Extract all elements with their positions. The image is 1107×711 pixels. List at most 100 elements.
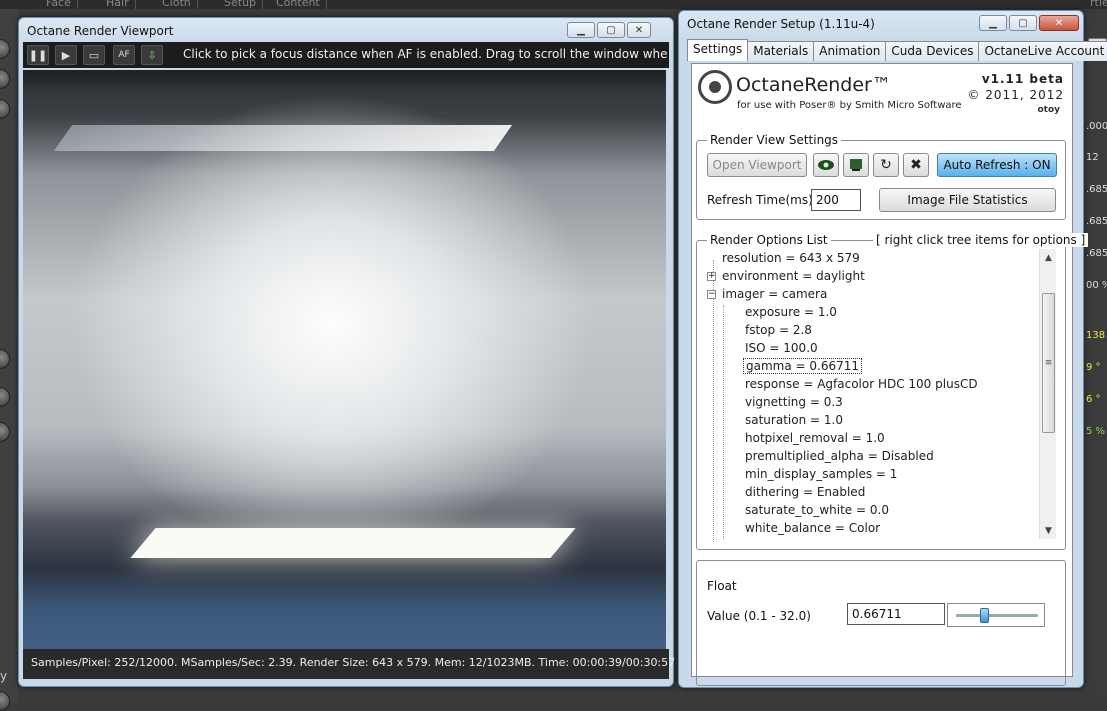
poser-tab-cloth[interactable]: Cloth <box>156 0 198 9</box>
eye-icon[interactable] <box>813 153 839 177</box>
tree-item[interactable]: saturation = 1.0 <box>743 413 845 431</box>
poser-tab-face[interactable]: Face <box>40 0 78 9</box>
poser-tab-properties[interactable]: rties <box>1084 0 1107 9</box>
minimize-button[interactable]: ▁ <box>567 22 595 38</box>
tree-scrollbar[interactable]: ▲ ≡ ▼ <box>1039 249 1056 539</box>
setup-tabs: Settings Materials Animation Cuda Device… <box>687 39 1107 61</box>
poser-value: .685 <box>1086 216 1107 227</box>
poser-right-panel: .000 12 .685 .685 .685 00 % 138 ° 9 ° 6 … <box>1084 9 1107 702</box>
render-options-group: Render Options List [ right click tree i… <box>696 233 1089 550</box>
setup-title: Octane Render Setup (1.11u-4) <box>687 17 875 31</box>
poser-dial[interactable] <box>0 39 10 59</box>
viewport-hint: Click to pick a focus distance when AF i… <box>183 47 668 61</box>
tree-item-label: premultiplied_alpha = Disabled <box>745 449 934 463</box>
poser-tab-hair[interactable]: Hair <box>100 0 136 9</box>
slider-knob[interactable] <box>979 608 989 623</box>
poser-tab-content[interactable]: Content <box>270 0 327 9</box>
poser-value: .000 <box>1086 121 1107 132</box>
tree-item[interactable]: + environment = daylight <box>707 269 867 287</box>
scroll-up-icon[interactable]: ▲ <box>1040 249 1057 266</box>
tab-settings[interactable]: Settings <box>687 39 749 61</box>
tree-item-label: resolution = 643 x 579 <box>722 251 860 265</box>
tree-item[interactable]: premultiplied_alpha = Disabled <box>743 449 936 467</box>
poser-value: 138 ° <box>1086 330 1107 341</box>
tree-item-label: hotpixel_removal = 1.0 <box>745 431 885 445</box>
poser-dial[interactable] <box>0 69 10 89</box>
poser-value: 6 ° <box>1086 394 1101 405</box>
image-file-statistics-button[interactable]: Image File Statistics <box>879 188 1056 212</box>
export-icon[interactable]: ⇩ <box>141 45 163 65</box>
tree-item[interactable]: vignetting = 0.3 <box>743 395 845 413</box>
tree-item[interactable]: min_display_samples = 1 <box>743 467 899 485</box>
product-subtitle: for use with Poser® by Smith Micro Softw… <box>737 100 962 111</box>
screen-icon[interactable]: ▭ <box>83 45 105 65</box>
tree-item[interactable]: − imager = camera <box>707 287 829 305</box>
viewport-window: Octane Render Viewport ▁ ▢ ✕ ❚❚ ▶ ▭ AF ⇩… <box>18 17 675 687</box>
poser-value: .685 <box>1086 248 1107 259</box>
poser-dial[interactable] <box>0 691 10 711</box>
tree-item[interactable]: hotpixel_removal = 1.0 <box>743 431 887 449</box>
tree-item-label: dithering = Enabled <box>745 485 866 499</box>
tab-cuda-devices[interactable]: Cuda Devices <box>885 41 980 61</box>
product-name: OctaneRender™ <box>736 74 891 96</box>
setup-window: Octane Render Setup (1.11u-4) ▁ ▢ ✕ Sett… <box>678 10 1107 688</box>
poser-value: .685 <box>1086 184 1107 195</box>
render-floor-light <box>130 528 576 558</box>
poser-dial[interactable] <box>0 349 10 369</box>
scroll-down-icon[interactable]: ▼ <box>1040 522 1057 539</box>
version-label: v1.11 beta <box>981 72 1064 86</box>
tree-item-label: environment = daylight <box>722 269 865 283</box>
settings-panel: OctaneRender™ for use with Poser® by Smi… <box>691 63 1089 686</box>
play-icon[interactable]: ▶ <box>55 45 77 65</box>
close-button[interactable]: ✕ <box>1039 15 1079 31</box>
tree-item-label: fstop = 2.8 <box>745 323 812 337</box>
refresh-time-label: Refresh Time(ms) <box>707 193 813 207</box>
tree-item-label: vignetting = 0.3 <box>745 395 843 409</box>
collapse-icon[interactable]: − <box>707 290 716 299</box>
close-button[interactable]: ✕ <box>627 22 651 38</box>
render-options-tree[interactable]: resolution = 643 x 579 + environment = day… <box>703 251 1035 543</box>
poser-dial[interactable] <box>0 422 10 442</box>
minimize-button[interactable]: ▁ <box>979 15 1007 31</box>
tree-item[interactable]: response = Agfacolor HDC 100 plusCD <box>743 377 980 395</box>
stop-render-icon[interactable]: ✖ <box>903 153 929 177</box>
tab-materials[interactable]: Materials <box>747 41 815 61</box>
autofocus-icon[interactable]: AF <box>113 45 135 65</box>
display-icon[interactable] <box>843 153 869 177</box>
tree-item[interactable]: fstop = 2.8 <box>743 323 814 341</box>
value-slider[interactable] <box>947 603 1045 627</box>
expand-icon[interactable]: + <box>707 272 716 281</box>
refresh-icon[interactable]: ↻ <box>873 153 899 177</box>
tree-item[interactable]: resolution = 643 x 579 <box>707 251 862 269</box>
tree-item-label: ISO = 100.0 <box>745 341 818 355</box>
tab-octanelive-account[interactable]: OctaneLive Account <box>978 41 1107 61</box>
auto-refresh-button[interactable]: Auto Refresh : ON <box>937 153 1057 177</box>
maximize-button[interactable]: ▢ <box>1009 15 1037 31</box>
render-ceiling-light <box>53 125 513 151</box>
copyright-label: © 2011, 2012 <box>967 88 1064 102</box>
tree-item-label: response = Agfacolor HDC 100 plusCD <box>745 377 978 391</box>
pause-icon[interactable]: ❚❚ <box>27 45 49 65</box>
maximize-button[interactable]: ▢ <box>597 22 625 38</box>
tab-animation[interactable]: Animation <box>813 41 887 61</box>
render-options-hint: [ right click tree items for options ] <box>873 233 1089 247</box>
tree-item[interactable]: saturate_to_white = 0.0 <box>743 503 891 521</box>
poser-dial[interactable] <box>0 99 10 119</box>
tree-item[interactable]: exposure = 1.0 <box>743 305 839 323</box>
tree-item[interactable]: ISO = 100.0 <box>743 341 820 359</box>
viewport-title: Octane Render Viewport <box>27 24 174 38</box>
tree-item[interactable]: gamma = 0.66711 <box>743 358 863 377</box>
open-viewport-button[interactable]: Open Viewport <box>707 153 807 177</box>
value-input[interactable]: 0.66711 <box>847 603 945 625</box>
tree-item-label: white_balance = Color <box>745 521 881 535</box>
tree-item[interactable]: white_balance = Color <box>743 521 882 539</box>
poser-tab-setup[interactable]: Setup <box>218 0 264 9</box>
poser-dial[interactable] <box>0 387 10 407</box>
render-canvas[interactable] <box>23 70 666 649</box>
refresh-time-input[interactable]: 200 <box>811 189 861 211</box>
slider-track <box>956 614 1038 617</box>
poser-left-panel: y <box>0 9 18 711</box>
tree-item[interactable]: dithering = Enabled <box>743 485 867 503</box>
scroll-thumb[interactable]: ≡ <box>1042 293 1055 433</box>
